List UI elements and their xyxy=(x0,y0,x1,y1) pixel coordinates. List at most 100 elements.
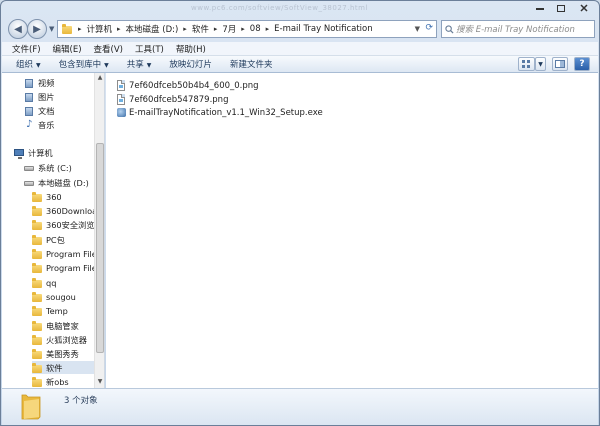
search-box[interactable]: 搜索 E-mail Tray Notification xyxy=(441,20,595,38)
menu-file[interactable]: 文件(F) xyxy=(12,43,41,55)
share-label: 共享 xyxy=(126,60,144,70)
breadcrumb-separator[interactable]: ▸ xyxy=(266,25,270,33)
change-view-button[interactable] xyxy=(518,57,535,71)
back-button[interactable]: ◀ xyxy=(8,19,28,39)
navigation-pane: 视频 图片 文档 ♪ 音乐 计算机 系统 (C:) 本地磁盘 (D:) 360 … xyxy=(2,73,105,388)
item-count: 3 个对象 xyxy=(64,396,98,406)
file-item[interactable]: 7ef60dfceb547879.png xyxy=(116,93,228,106)
menu-help[interactable]: 帮助(H) xyxy=(176,43,206,55)
minimize-button[interactable] xyxy=(529,1,551,15)
caret-down-icon: ▼ xyxy=(146,62,152,69)
folder-icon xyxy=(32,262,42,273)
breadcrumb-july[interactable]: 7月 xyxy=(222,23,236,35)
preview-pane-button[interactable] xyxy=(552,57,568,71)
details-pane: 3 个对象 xyxy=(2,388,598,425)
caret-down-icon: ▼ xyxy=(36,62,41,69)
address-bar[interactable]: ▸ 计算机 ▸ 本地磁盘 (D:) ▸ 软件 ▸ 7月 ▸ 08 ▸ E-mai… xyxy=(57,20,437,38)
documents-library-icon xyxy=(24,106,34,116)
nav-library-pictures[interactable]: 图片 xyxy=(24,90,104,103)
pictures-library-icon xyxy=(24,92,34,102)
nav-label: 软件 xyxy=(46,362,63,373)
drive-icon xyxy=(24,163,34,173)
organize-button[interactable]: 组织 ▼ xyxy=(16,58,41,70)
nav-library-music[interactable]: ♪ 音乐 xyxy=(24,118,104,131)
command-toolbar: 组织 ▼ 包含到库中 ▼ 共享 ▼ 放映幻灯片 新建文件夹 ▼ ? xyxy=(2,56,598,73)
search-icon xyxy=(445,25,454,34)
file-item[interactable]: 7ef60dfceb50b4b4_600_0.png xyxy=(116,79,259,92)
file-list: 7ef60dfceb50b4b4_600_0.png 7ef60dfceb547… xyxy=(106,73,598,388)
nav-library-documents[interactable]: 文档 xyxy=(24,104,104,117)
nav-label: 系统 (C:) xyxy=(38,162,72,173)
help-button[interactable]: ? xyxy=(574,57,590,71)
view-grid-icon xyxy=(522,60,530,68)
nav-label: 图片 xyxy=(38,91,55,102)
breadcrumb-separator[interactable]: ▸ xyxy=(214,25,218,33)
nav-label: 视频 xyxy=(38,77,55,88)
explorer-window: www.pc6.com/softview/SoftView_38027.html… xyxy=(0,0,600,426)
include-label: 包含到库中 xyxy=(58,60,102,70)
nav-label: 文档 xyxy=(38,105,55,116)
scroll-up-icon[interactable]: ▲ xyxy=(96,74,104,83)
forward-button[interactable]: ▶ xyxy=(27,19,47,39)
folder-icon xyxy=(32,362,42,373)
scroll-down-icon[interactable]: ▼ xyxy=(96,378,104,387)
exe-file-icon xyxy=(116,107,126,118)
maximize-button[interactable] xyxy=(551,1,571,15)
nav-drive-c[interactable]: 系统 (C:) xyxy=(24,161,104,174)
nav-computer[interactable]: 计算机 xyxy=(14,146,104,159)
nav-label: 360 xyxy=(46,191,62,202)
nav-folder-selected[interactable]: 软件 xyxy=(32,361,94,374)
back-arrow-icon: ◀ xyxy=(14,23,22,35)
view-options-dropdown[interactable]: ▼ xyxy=(535,57,546,71)
drive-icon xyxy=(24,178,34,188)
breadcrumb-software[interactable]: 软件 xyxy=(192,23,209,35)
menu-bar: 文件(F) 编辑(E) 查看(V) 工具(T) 帮助(H) xyxy=(2,42,598,56)
folder-icon xyxy=(32,277,42,288)
include-in-library-button[interactable]: 包含到库中 ▼ xyxy=(59,58,109,70)
menu-edit[interactable]: 编辑(E) xyxy=(53,43,82,55)
folder-icon xyxy=(32,348,42,359)
forward-arrow-icon: ▶ xyxy=(33,23,41,35)
breadcrumb-separator[interactable]: ▸ xyxy=(117,25,121,33)
breadcrumb-separator[interactable]: ▸ xyxy=(241,25,245,33)
video-library-icon xyxy=(24,78,34,88)
file-item[interactable]: E-mailTrayNotification_v1.1_Win32_Setup.… xyxy=(116,106,323,119)
share-button[interactable]: 共享 ▼ xyxy=(127,58,152,70)
scrollbar-thumb[interactable] xyxy=(96,143,104,353)
nav-label: Temp xyxy=(46,305,68,316)
nav-label: 音乐 xyxy=(38,119,55,130)
large-folder-icon xyxy=(21,394,41,420)
nav-label: 新obs xyxy=(46,376,69,387)
folder-icon xyxy=(32,205,42,216)
breadcrumb-current-folder[interactable]: E-mail Tray Notification xyxy=(274,24,373,34)
menu-tools[interactable]: 工具(T) xyxy=(135,43,164,55)
caret-down-icon: ▼ xyxy=(104,62,109,69)
folder-icon xyxy=(32,320,42,331)
refresh-icon[interactable]: ⟳ xyxy=(425,23,433,33)
menu-view[interactable]: 查看(V) xyxy=(94,43,123,55)
nav-library-videos[interactable]: 视频 xyxy=(24,76,104,89)
new-folder-button[interactable]: 新建文件夹 xyxy=(230,58,273,70)
close-button[interactable] xyxy=(571,1,597,15)
address-dropdown-icon[interactable]: ▼ xyxy=(415,25,420,33)
file-name: 7ef60dfceb547879.png xyxy=(129,94,229,105)
slideshow-button[interactable]: 放映幻灯片 xyxy=(169,58,212,70)
breadcrumb-08[interactable]: 08 xyxy=(250,24,261,34)
folder-icon xyxy=(32,234,42,245)
nav-drive-d[interactable]: 本地磁盘 (D:) xyxy=(24,176,104,189)
breadcrumb-computer[interactable]: 计算机 xyxy=(87,23,113,35)
folder-icon xyxy=(32,305,42,316)
image-file-icon xyxy=(116,94,126,105)
image-file-icon xyxy=(116,80,126,91)
breadcrumb-drive-d[interactable]: 本地磁盘 (D:) xyxy=(126,23,179,35)
watermark-text: www.pc6.com/softview/SoftView_38027.html xyxy=(191,4,368,12)
folder-icon xyxy=(62,24,74,34)
nav-label: qq xyxy=(46,277,57,288)
breadcrumb-separator[interactable]: ▸ xyxy=(183,25,187,33)
nav-label: 计算机 xyxy=(28,147,53,158)
search-placeholder: 搜索 E-mail Tray Notification xyxy=(456,25,575,35)
file-name: 7ef60dfceb50b4b4_600_0.png xyxy=(129,80,259,91)
recent-pages-dropdown-icon[interactable]: ▼ xyxy=(49,25,54,33)
nav-scrollbar[interactable]: ▲ ▼ xyxy=(94,73,104,388)
computer-icon xyxy=(14,148,24,159)
